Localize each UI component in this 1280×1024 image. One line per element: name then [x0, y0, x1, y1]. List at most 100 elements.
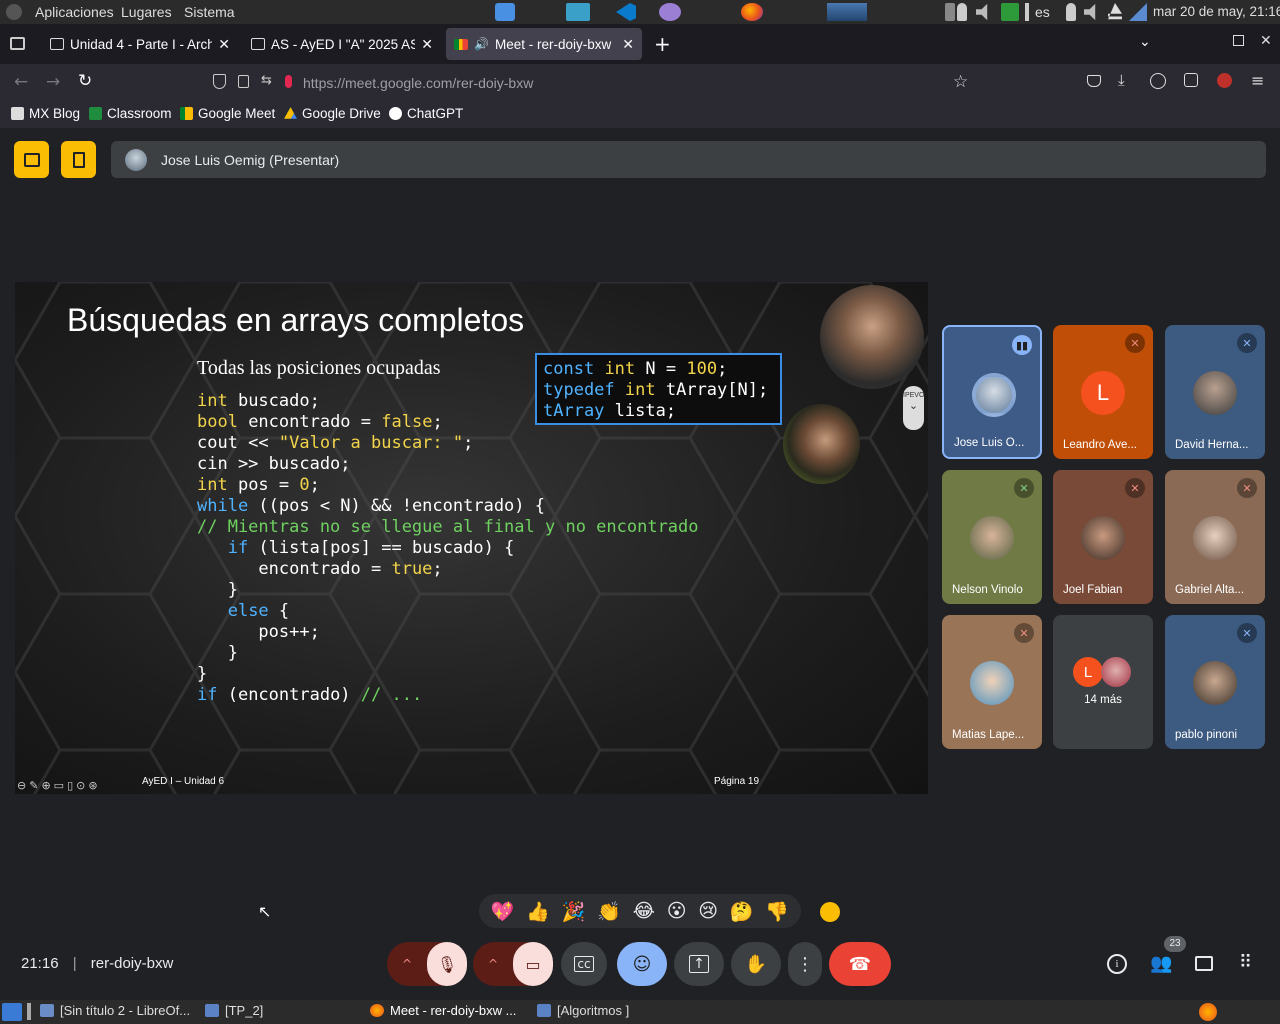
vscode-launcher-icon[interactable]: [616, 3, 636, 21]
eject-tray-icon[interactable]: [1108, 3, 1122, 20]
tab-meet[interactable]: 🔊 Meet - rer-doiy-bxw ✕: [446, 28, 642, 60]
reaction-clap[interactable]: 👏: [597, 900, 621, 923]
tray-separator: [945, 3, 955, 21]
menu-system[interactable]: Sistema: [184, 4, 235, 20]
pen-icon[interactable]: ✎: [29, 779, 38, 792]
tab-unidad-4[interactable]: Unidad 4 - Parte I - Archiv ✕: [42, 28, 238, 60]
more-tray-icon[interactable]: [1025, 3, 1029, 21]
previous-slide-icon[interactable]: ⊖: [17, 779, 26, 792]
reaction-heart[interactable]: 💖: [491, 900, 515, 923]
hamburger-menu-icon[interactable]: ≡: [1251, 71, 1264, 90]
participant-tile-pablo[interactable]: ✕ pablo pinoni: [1165, 615, 1265, 749]
video-icon[interactable]: ▯: [67, 779, 73, 792]
extensions-icon[interactable]: [1184, 73, 1198, 87]
presenter-bar[interactable]: Jose Luis Oemig (Presentar): [111, 141, 1266, 178]
tab-title: AS - AyED I "A" 2025 AS -: [271, 36, 416, 52]
back-arrow-icon[interactable]: ←: [14, 72, 28, 92]
url-bar[interactable]: https://meet.google.com/rer-doiy-bxw: [200, 69, 980, 97]
taskbar-item-meet[interactable]: Meet - rer-doiy-bxw ...: [370, 1003, 516, 1018]
tab-as-ayed[interactable]: AS - AyED I "A" 2025 AS - ✕: [243, 28, 441, 60]
forward-arrow-icon[interactable]: →: [46, 72, 60, 92]
close-tab-icon[interactable]: ✕: [218, 36, 230, 53]
menu-applications[interactable]: Aplicaciones: [35, 4, 114, 20]
menu-places[interactable]: Lugares: [121, 4, 172, 20]
ublock-extension-icon[interactable]: [1217, 73, 1232, 88]
keyboard-layout-indicator[interactable]: es: [1035, 4, 1050, 20]
stop-presenting-button[interactable]: [14, 141, 49, 178]
network-signal-icon[interactable]: [1129, 3, 1147, 21]
downloads-icon[interactable]: ⤓: [1118, 71, 1125, 89]
camera-off-button[interactable]: ▭: [513, 942, 553, 986]
captions-button[interactable]: cc: [561, 942, 607, 986]
pocket-icon[interactable]: [1087, 75, 1101, 87]
participant-tile-nelson[interactable]: ✕ Nelson Vinolo: [942, 470, 1042, 604]
close-tab-icon[interactable]: ✕: [622, 36, 634, 53]
reaction-laugh[interactable]: 😂: [633, 900, 655, 922]
bookmark-chatgpt[interactable]: ChatGPT: [389, 106, 463, 121]
next-slide-icon[interactable]: ⊛: [88, 779, 97, 792]
participant-tile-gabriel[interactable]: ✕ Gabriel Alta...: [1165, 470, 1265, 604]
participant-tile-jose-luis[interactable]: ▮▮ Jose Luis O...: [942, 325, 1042, 459]
raise-hand-button[interactable]: ✋: [731, 942, 781, 986]
list-all-tabs-chevron-down-icon[interactable]: ⌄: [1139, 34, 1151, 50]
captions-icon[interactable]: ▭: [54, 779, 64, 792]
exit-presentation-button[interactable]: [61, 141, 96, 178]
taskbar-item-algoritmos[interactable]: [Algoritmos ]: [537, 1003, 629, 1018]
exit-tray-icon[interactable]: [1001, 3, 1019, 21]
firefox-view-icon[interactable]: [10, 37, 25, 50]
participant-tile-david[interactable]: ✕ David Herna...: [1165, 325, 1265, 459]
app-launcher-icon[interactable]: [659, 3, 681, 21]
close-window-icon[interactable]: ✕: [1260, 33, 1272, 49]
reaction-party[interactable]: 🎉: [562, 900, 586, 923]
audio-playing-icon[interactable]: 🔊: [474, 37, 489, 51]
bookmark-mx-blog[interactable]: MX Blog: [11, 106, 80, 121]
account-icon[interactable]: [1150, 73, 1166, 89]
bookmark-google-meet[interactable]: Google Meet: [180, 106, 275, 121]
speaker-tray-icon[interactable]: [1084, 3, 1096, 21]
start-menu-icon[interactable]: [2, 1003, 22, 1021]
participant-tile-joel[interactable]: ✕ Joel Fabian: [1053, 470, 1153, 604]
volume-tray-icon[interactable]: [976, 3, 988, 21]
more-options-icon[interactable]: ⊙: [76, 779, 85, 792]
presentation-slide: Búsquedas en arrays completos Todas las …: [15, 282, 928, 794]
microphone-tray-icon[interactable]: [957, 3, 967, 21]
meeting-details-info-icon[interactable]: i: [1107, 954, 1127, 974]
video-options-chevron-up-icon[interactable]: ^: [473, 957, 513, 971]
taskbar-item-tp2[interactable]: [TP_2]: [205, 1003, 263, 1018]
system-clock[interactable]: mar 20 de may, 21:16: [1153, 4, 1280, 19]
skin-tone-picker[interactable]: [820, 902, 840, 922]
distro-logo-icon[interactable]: [6, 4, 22, 20]
microphone-tray-icon-2[interactable]: [1066, 3, 1076, 21]
activities-grid-icon[interactable]: ⠿: [1239, 952, 1252, 973]
restore-window-icon[interactable]: [1233, 35, 1244, 46]
new-tab-icon[interactable]: +: [654, 32, 671, 56]
reaction-sad[interactable]: 😢: [698, 900, 718, 922]
taskbar-item-libreoffice[interactable]: [Sin título 2 - LibreOf...: [40, 1003, 190, 1018]
reaction-thumbs-down[interactable]: 👎: [765, 900, 789, 923]
firefox-launcher-icon[interactable]: [741, 3, 763, 21]
reaction-surprised[interactable]: 😮: [667, 900, 687, 922]
emoji-reactions-button[interactable]: ☺: [617, 942, 667, 986]
zoom-icon[interactable]: ⊕: [41, 779, 50, 792]
home-folder-launcher-icon[interactable]: [495, 3, 515, 21]
present-now-button[interactable]: ↑: [674, 942, 724, 986]
participant-tile-matias[interactable]: ✕ Matias Lape...: [942, 615, 1042, 749]
remote-desktop-launcher-icon[interactable]: [566, 3, 590, 21]
more-vert-icon: ⋮: [796, 953, 814, 975]
bookmark-classroom[interactable]: Classroom: [89, 106, 172, 121]
participant-tile-leandro[interactable]: ✕ L Leandro Ave...: [1053, 325, 1153, 459]
participant-tile-more[interactable]: L 14 más: [1053, 615, 1153, 749]
audio-options-chevron-up-icon[interactable]: ^: [387, 957, 427, 971]
firefox-tray-icon[interactable]: [1199, 1003, 1217, 1021]
mic-off-button[interactable]: 🎙: [427, 942, 467, 986]
chat-icon[interactable]: [1195, 956, 1213, 971]
more-options-button[interactable]: ⋮: [788, 942, 822, 986]
url-text[interactable]: https://meet.google.com/rer-doiy-bxw: [303, 75, 533, 91]
leave-call-button[interactable]: ☎: [829, 942, 891, 986]
close-tab-icon[interactable]: ✕: [421, 36, 433, 53]
reaction-thinking[interactable]: 🤔: [730, 900, 754, 923]
reload-icon[interactable]: ↻: [78, 71, 92, 91]
people-icon[interactable]: 👥: [1150, 953, 1172, 974]
reaction-thumbs-up[interactable]: 👍: [526, 900, 550, 923]
bookmark-google-drive[interactable]: Google Drive: [284, 106, 381, 121]
